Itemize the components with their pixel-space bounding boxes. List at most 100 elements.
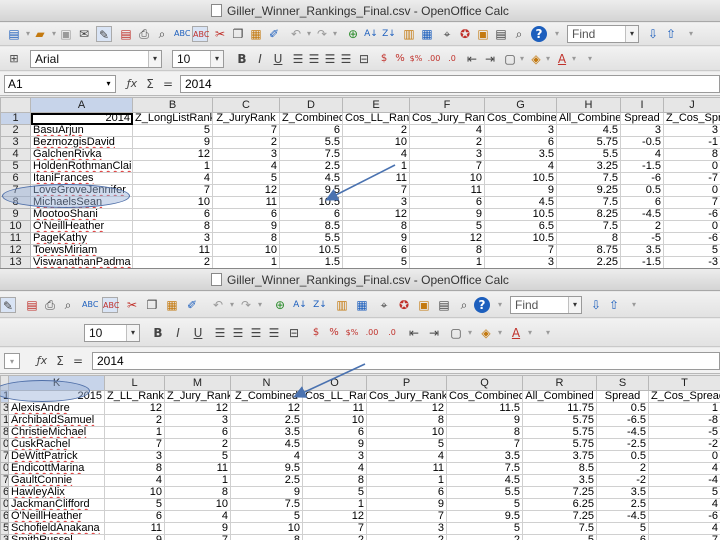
increase-indent-icon[interactable]: ⇥	[426, 325, 442, 341]
cell[interactable]: -8	[648, 414, 720, 427]
cell[interactable]: ViswanathanPadma	[30, 256, 133, 268]
cell[interactable]: 7	[366, 510, 447, 523]
cell[interactable]: 10.5	[279, 244, 343, 257]
find-input[interactable]: Find ▾	[510, 296, 582, 314]
cell[interactable]: 7	[663, 196, 720, 209]
cell[interactable]: 12	[409, 232, 485, 245]
cell[interactable]: 1	[342, 160, 410, 173]
cell[interactable]: 4	[620, 148, 664, 161]
cell[interactable]: ArchibaldSamuel	[8, 414, 105, 427]
cell[interactable]: Cos_Combined	[484, 112, 557, 125]
cell[interactable]: 4.5	[279, 172, 343, 185]
font-size-combo[interactable]: 10 ▾	[172, 50, 224, 68]
cell[interactable]: 2	[302, 534, 367, 540]
edit-file-icon[interactable]: ✎	[96, 26, 112, 42]
cell[interactable]: 10	[342, 136, 410, 149]
pivot-table-icon[interactable]: ▦	[354, 297, 370, 313]
cell[interactable]: 3	[484, 256, 557, 268]
top-spreadsheet-grid[interactable]: A B C D E F G H I J 1 2014 Z_LongListRank Z_JuryRank Z…	[0, 97, 720, 268]
cell[interactable]: 4	[409, 124, 485, 137]
hyperlink-icon[interactable]: ⊕	[345, 26, 361, 42]
row-header[interactable]: 0	[0, 498, 9, 511]
sort-ascending-icon[interactable]: A↓	[292, 297, 308, 313]
cell[interactable]: 11.5	[446, 402, 523, 415]
column-header-s[interactable]: S	[596, 375, 649, 391]
cell[interactable]: Z_Cos_Spread	[648, 390, 720, 403]
spellcheck-icon[interactable]: ABC	[174, 26, 190, 42]
cell[interactable]: 1	[648, 402, 720, 415]
cell[interactable]: 4.5	[484, 196, 557, 209]
cell[interactable]: 7.5	[556, 172, 621, 185]
cell[interactable]: 8	[663, 148, 720, 161]
function-icon[interactable]: =	[160, 76, 176, 92]
cell[interactable]: 7.5	[230, 498, 303, 511]
cell[interactable]: 7	[409, 160, 485, 173]
cell[interactable]: 2	[446, 534, 523, 540]
cell[interactable]: 2	[409, 136, 485, 149]
cell[interactable]: 12	[302, 510, 367, 523]
cell[interactable]: 3.5	[522, 474, 597, 487]
row-header[interactable]: 1	[0, 414, 9, 427]
cell[interactable]: 8	[104, 462, 165, 475]
name-box[interactable]: A1 ▾	[4, 75, 116, 93]
cell[interactable]: 6	[409, 196, 485, 209]
align-left-icon[interactable]: ☰	[290, 51, 306, 67]
cell[interactable]: 4	[104, 474, 165, 487]
cell[interactable]: 4	[648, 462, 720, 475]
cell[interactable]: 0.5	[620, 184, 664, 197]
cell[interactable]: 10	[164, 498, 231, 511]
zoom-icon[interactable]: ⌕	[511, 26, 527, 42]
cell[interactable]: 5	[648, 486, 720, 499]
cell[interactable]: 9	[366, 498, 447, 511]
cell[interactable]: ToewsMiriam	[30, 244, 133, 257]
find-replace-icon[interactable]: ⌖	[439, 26, 455, 42]
cell[interactable]: -4.5	[596, 510, 649, 523]
column-header-h[interactable]: H	[556, 97, 621, 113]
cell[interactable]: 7.5	[556, 220, 621, 233]
toolbar-overflow-icon[interactable]: ▾	[549, 26, 565, 42]
clone-formatting-icon[interactable]: ✐	[266, 26, 282, 42]
data-sources-icon[interactable]: ▤	[436, 297, 452, 313]
cell[interactable]: -4	[648, 474, 720, 487]
font-color-dropdown-icon[interactable]: ▾	[566, 51, 582, 67]
export-pdf-icon[interactable]: ▤	[118, 26, 134, 42]
cell[interactable]: 3	[663, 124, 720, 137]
standard-format-icon[interactable]: $%	[344, 325, 360, 341]
cell[interactable]: -1	[663, 136, 720, 149]
cell[interactable]: 3	[302, 450, 367, 463]
row-header[interactable]: 6	[0, 172, 31, 185]
cell[interactable]: 4	[230, 450, 303, 463]
cell[interactable]: SchofieldAnakana	[8, 522, 105, 535]
cell[interactable]: 9.25	[556, 184, 621, 197]
cell[interactable]: 5	[164, 450, 231, 463]
cell[interactable]: 1	[212, 256, 280, 268]
cell[interactable]: Z_LongListRank	[132, 112, 213, 125]
cell[interactable]: 10	[302, 414, 367, 427]
paste-icon[interactable]: ▦	[248, 26, 264, 42]
cell[interactable]: 5.75	[556, 136, 621, 149]
cell[interactable]: 8	[302, 474, 367, 487]
cell[interactable]: 3	[104, 450, 165, 463]
export-pdf-icon[interactable]: ▤	[24, 297, 40, 313]
cell[interactable]: 8.75	[556, 244, 621, 257]
cell[interactable]: 3	[484, 124, 557, 137]
cell[interactable]: 6	[212, 208, 280, 221]
column-header-m[interactable]: M	[164, 375, 231, 391]
column-header-b[interactable]: B	[132, 97, 213, 113]
find-dropdown-icon[interactable]: ▾	[568, 297, 581, 313]
cell[interactable]: 9	[104, 534, 165, 540]
align-left-icon[interactable]: ☰	[212, 325, 228, 341]
cell[interactable]: -6	[620, 172, 664, 185]
cell[interactable]: 0.5	[596, 450, 649, 463]
cell[interactable]: 12	[366, 402, 447, 415]
cell[interactable]: 7	[104, 438, 165, 451]
cell[interactable]: 3	[212, 148, 280, 161]
background-dropdown-icon[interactable]: ▾	[492, 325, 508, 341]
chart-icon[interactable]: ▥	[401, 26, 417, 42]
row-header[interactable]: 3	[0, 534, 9, 540]
cell[interactable]: 8.5	[279, 220, 343, 233]
cell[interactable]: 5.5	[446, 486, 523, 499]
cell[interactable]: Z_Combined	[230, 390, 303, 403]
cell[interactable]: 5	[409, 220, 485, 233]
cell[interactable]: 0.5	[596, 402, 649, 415]
